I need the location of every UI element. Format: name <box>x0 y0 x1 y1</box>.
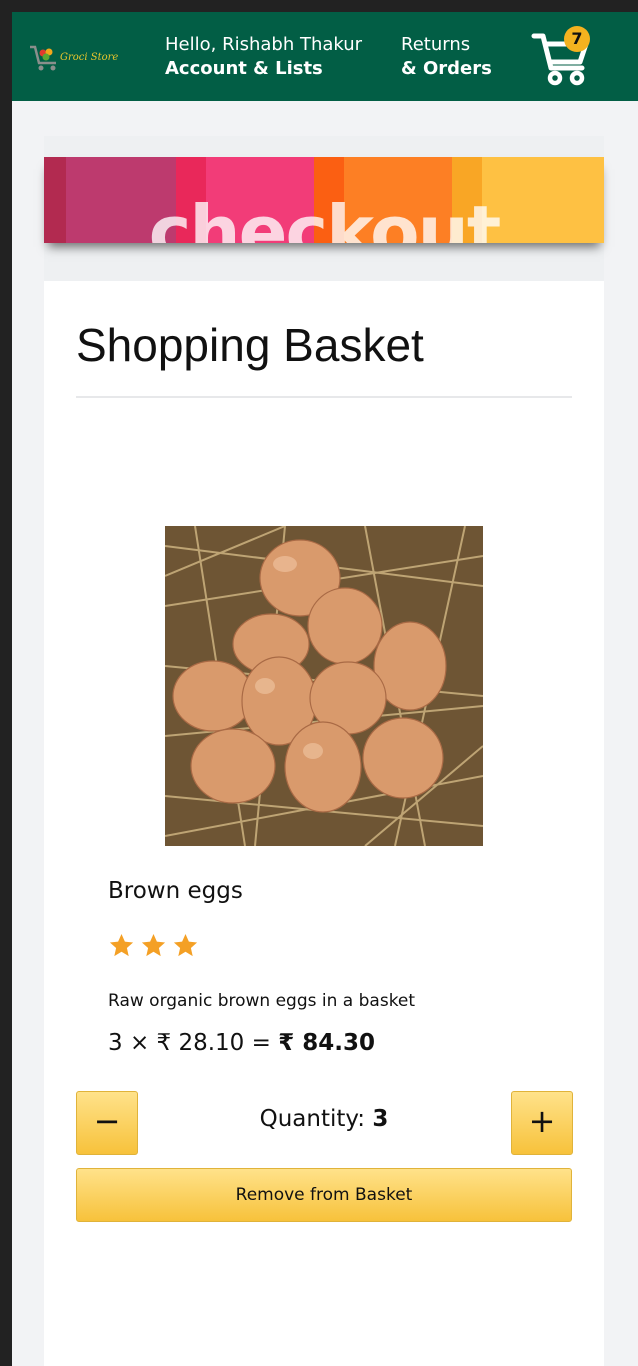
banner-checkout-text: checkout <box>148 190 502 243</box>
account-menu[interactable]: Hello, Rishabh Thakur Account & Lists <box>165 33 362 81</box>
quantity-value: 3 <box>372 1106 389 1132</box>
product-image-brown-eggs <box>165 526 483 846</box>
star-icon <box>141 934 166 957</box>
greeting-text: Hello, Rishabh Thakur <box>165 34 363 55</box>
quantity-label: Quantity: <box>259 1106 366 1132</box>
quantity-multiplier: 3 × <box>108 1030 150 1056</box>
basket-card: Shopping Basket Brown eggs Raw organic b… <box>44 281 604 1366</box>
title-divider <box>76 396 572 398</box>
star-icon <box>173 934 198 957</box>
total-price: ₹ 84.30 <box>278 1030 375 1056</box>
returns-label: Returns <box>401 34 471 55</box>
equals-sign: = <box>251 1030 271 1056</box>
product-rating <box>108 932 199 959</box>
remove-from-basket-button[interactable]: Remove from Basket <box>76 1168 572 1222</box>
unit-price: ₹ 28.10 <box>156 1030 245 1056</box>
increase-quantity-button[interactable]: + <box>511 1091 573 1155</box>
top-header: Groci Store Hello, Rishabh Thakur Accoun… <box>12 12 638 101</box>
price-calculation: 3 × ₹ 28.10 = ₹ 84.30 <box>108 1030 375 1056</box>
product-description: Raw organic brown eggs in a basket <box>108 991 416 1011</box>
page-title: Shopping Basket <box>76 319 424 371</box>
quantity-display: Quantity: 3 <box>184 1106 464 1132</box>
star-icon <box>109 934 134 957</box>
orders-label: & Orders <box>401 58 492 79</box>
checkout-banner: checkout <box>44 157 604 243</box>
account-lists-label: Account & Lists <box>165 58 323 79</box>
product-name: Brown eggs <box>108 878 243 904</box>
logo-text: Groci Store <box>60 52 119 63</box>
app-viewport: Groci Store Hello, Rishabh Thakur Accoun… <box>12 12 638 1366</box>
checkout-banner-area: checkout <box>44 136 604 281</box>
decrease-quantity-button[interactable]: − <box>76 1091 138 1155</box>
logo-cart-icon <box>30 45 56 71</box>
returns-orders-link[interactable]: Returns & Orders <box>401 33 492 81</box>
groci-store-logo[interactable]: Groci Store <box>28 41 118 75</box>
cart-count-badge: 7 <box>564 26 590 52</box>
